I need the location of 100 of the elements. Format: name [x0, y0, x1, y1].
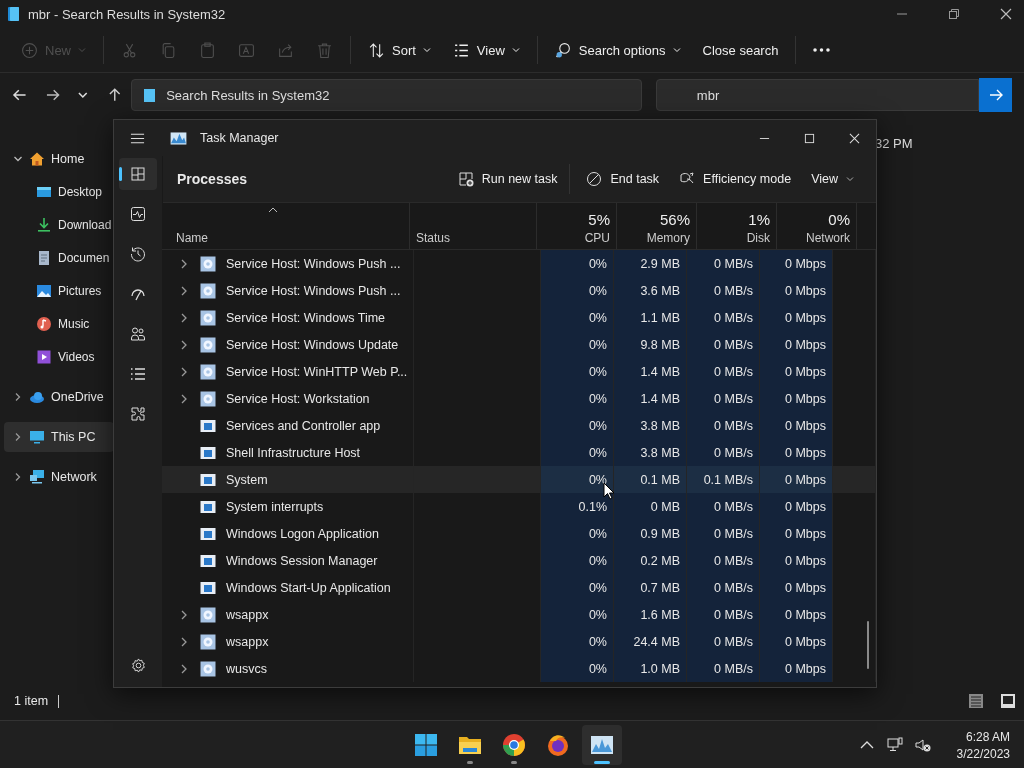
- process-name[interactable]: Service Host: Windows Time: [226, 310, 386, 325]
- process-name[interactable]: wsappx: [226, 607, 269, 622]
- expand-chevron-icon[interactable]: [180, 285, 188, 296]
- expand-chevron-icon[interactable]: [180, 609, 188, 620]
- expand-chevron-icon[interactable]: [180, 393, 188, 404]
- back-arrow-icon[interactable]: [12, 87, 28, 103]
- tiles-view-icon[interactable]: [1000, 693, 1016, 709]
- clock-time[interactable]: 6:28 AM: [965, 729, 1010, 744]
- column-total: 1%: [748, 211, 770, 228]
- search-field[interactable]: mbr: [655, 79, 980, 111]
- maximize-icon[interactable]: [804, 132, 815, 144]
- chevron-icon[interactable]: [13, 432, 23, 442]
- chevron-icon[interactable]: [13, 392, 23, 402]
- run-button[interactable]: Run new task: [449, 165, 566, 193]
- close-search-button[interactable]: Close search: [693, 34, 788, 66]
- efficiency-button[interactable]: Efficiency mode: [671, 165, 800, 193]
- sidebar-item[interactable]: OneDrive: [4, 382, 114, 412]
- table-cell: 0%: [588, 661, 607, 676]
- clock-date[interactable]: 3/22/2023: [956, 746, 1010, 761]
- settings-icon[interactable]: [130, 658, 146, 673]
- caret-icon: [78, 46, 86, 54]
- expand-chevron-icon[interactable]: [180, 339, 188, 350]
- table-cell: 0 MB/s: [714, 526, 753, 541]
- gauge-icon: [130, 286, 146, 302]
- table-cell: 24.4 MB: [633, 634, 680, 649]
- column-header[interactable]: Status: [416, 231, 536, 245]
- table-cell: 0 Mbps: [785, 661, 826, 676]
- gear-icon: [200, 282, 216, 299]
- process-name[interactable]: wsappx: [226, 634, 269, 649]
- table-cell: 0.9 MB: [640, 526, 680, 541]
- expand-chevron-icon[interactable]: [180, 636, 188, 647]
- process-name[interactable]: System interrupts: [226, 499, 324, 514]
- search-go-button[interactable]: [979, 78, 1012, 112]
- table-cell: 0 Mbps: [785, 364, 826, 379]
- process-name[interactable]: Service Host: Workstation: [226, 391, 370, 406]
- table-cell: 0.7 MB: [640, 580, 680, 595]
- column-header[interactable]: Network: [806, 231, 850, 245]
- table-cell: 0%: [588, 472, 607, 487]
- expand-chevron-icon[interactable]: [180, 366, 188, 377]
- close-icon[interactable]: [1000, 8, 1012, 20]
- table-cell: 0 Mbps: [785, 526, 826, 541]
- sort-caret-icon[interactable]: [268, 207, 278, 213]
- table-cell: 0%: [588, 337, 607, 352]
- sort-button[interactable]: Sort: [359, 34, 440, 66]
- sidebar-item[interactable]: This PC: [4, 422, 114, 452]
- view-button[interactable]: View: [803, 166, 862, 192]
- table-cell: 3.8 MB: [640, 445, 680, 460]
- up-arrow-icon[interactable]: [106, 87, 123, 103]
- sidebar-item[interactable]: Videos: [4, 342, 114, 372]
- process-name[interactable]: Service Host: Windows Update: [226, 337, 399, 352]
- column-header[interactable]: Name: [176, 231, 409, 245]
- table-cell: 0%: [588, 310, 607, 325]
- view-button[interactable]: View: [443, 34, 529, 66]
- sidebar-item[interactable]: Home: [4, 144, 114, 174]
- muted-speaker-icon[interactable]: [914, 737, 931, 753]
- taskmanager-taskbar-button[interactable]: [582, 725, 622, 765]
- table-cell: 0.1 MB: [640, 472, 680, 487]
- process-name[interactable]: System: [226, 472, 268, 487]
- column-header[interactable]: Memory: [646, 231, 690, 245]
- column-total: 5%: [588, 211, 610, 228]
- process-name[interactable]: Services and Controller app: [226, 418, 381, 433]
- process-name[interactable]: Service Host: Windows Push ...: [226, 256, 401, 271]
- column-header[interactable]: CPU: [584, 231, 610, 245]
- process-name[interactable]: Windows Start-Up Application: [226, 580, 391, 595]
- document-icon: [36, 250, 52, 266]
- search-options-button[interactable]: Search options: [545, 34, 690, 66]
- chevron-icon[interactable]: [13, 154, 23, 164]
- end-button[interactable]: End task: [578, 165, 668, 193]
- process-name[interactable]: Shell Infrastructure Host: [226, 445, 361, 460]
- folder-icon: [6, 6, 22, 22]
- close-icon[interactable]: [849, 132, 860, 144]
- table-cell: 0%: [588, 256, 607, 271]
- expand-chevron-icon[interactable]: [180, 312, 188, 323]
- sidebar-item[interactable]: Download: [4, 210, 114, 240]
- sidebar-item[interactable]: Pictures: [4, 276, 114, 306]
- expand-chevron-icon[interactable]: [180, 663, 188, 674]
- block-icon: [586, 171, 603, 187]
- process-name[interactable]: Windows Logon Application: [226, 526, 379, 541]
- sidebar-item[interactable]: Music: [4, 309, 114, 339]
- sidebar-item[interactable]: Desktop: [4, 177, 114, 207]
- table-cell: 0 MB/s: [714, 418, 753, 433]
- network-icon[interactable]: [886, 737, 903, 753]
- process-name[interactable]: Service Host: Windows Push ...: [226, 283, 401, 298]
- table-cell: 0%: [588, 526, 607, 541]
- chevron-icon[interactable]: [13, 472, 23, 482]
- processes-tab[interactable]: [119, 158, 157, 190]
- scrollbar-thumb[interactable]: [867, 621, 869, 669]
- restore-icon[interactable]: [948, 8, 960, 20]
- windows-logo-icon: [414, 733, 438, 757]
- process-name[interactable]: Windows Session Manager: [226, 553, 378, 568]
- table-cell: 0 Mbps: [785, 256, 826, 271]
- sidebar-item[interactable]: Network: [4, 462, 114, 492]
- column-header[interactable]: Disk: [746, 231, 770, 245]
- sidebar-item[interactable]: Documen: [4, 243, 114, 273]
- details-view-icon[interactable]: [968, 693, 984, 709]
- forward-arrow-icon[interactable]: [44, 87, 61, 103]
- process-name[interactable]: wusvcs: [226, 661, 267, 676]
- process-name[interactable]: Service Host: WinHTTP Web P...: [226, 364, 408, 379]
- expand-chevron-icon[interactable]: [180, 258, 188, 269]
- address-bar[interactable]: Search Results in System32: [131, 79, 642, 111]
